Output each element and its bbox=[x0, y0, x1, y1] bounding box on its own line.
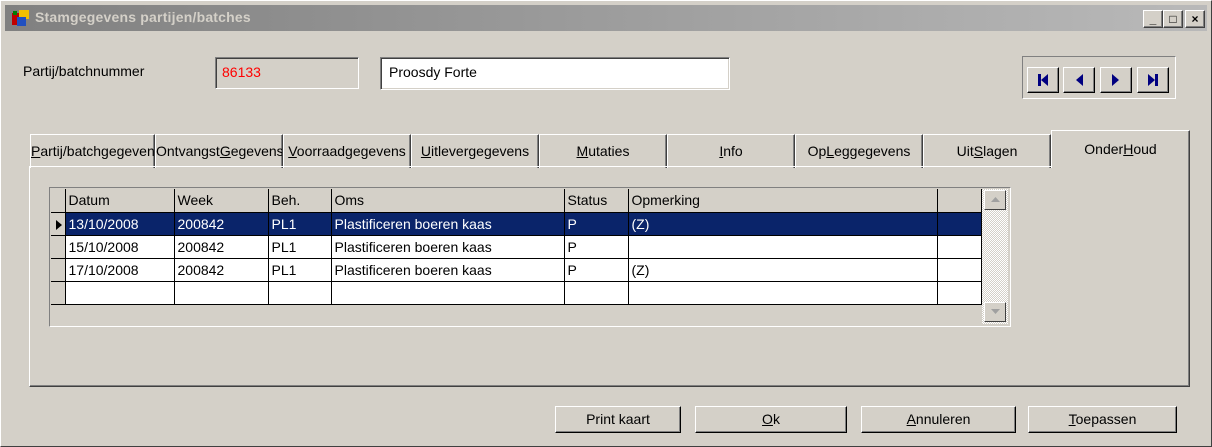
row-indicator bbox=[51, 212, 66, 236]
cell-oms[interactable]: Plastificeren boeren kaas bbox=[331, 235, 565, 259]
tab-voorraadgegevens[interactable]: Voorraadgegevens bbox=[283, 134, 411, 168]
tab-opleggegevens[interactable]: OpLeggegevens bbox=[795, 134, 923, 168]
cell-oms[interactable]: Plastificeren boeren kaas bbox=[331, 212, 565, 236]
column-header-extra[interactable] bbox=[937, 189, 982, 213]
cell-beh[interactable]: PL1 bbox=[268, 212, 332, 236]
batch-number-label: Partij/batchnummer bbox=[23, 63, 145, 79]
cell-extra[interactable] bbox=[937, 212, 982, 236]
scroll-up-button[interactable] bbox=[984, 190, 1006, 210]
column-header-opmerking[interactable]: Opmerking bbox=[628, 189, 938, 213]
table-row[interactable] bbox=[51, 281, 982, 305]
cell-extra[interactable] bbox=[937, 258, 982, 282]
cell-oms[interactable]: Plastificeren boeren kaas bbox=[331, 258, 565, 282]
maintenance-grid[interactable]: Datum Week Beh. Oms Status Opmerking 13/… bbox=[49, 187, 1011, 327]
cell-extra[interactable] bbox=[937, 281, 982, 305]
cell-opmerking[interactable]: (Z) bbox=[628, 212, 938, 236]
cell-week[interactable] bbox=[174, 281, 269, 305]
cell-datum[interactable]: 15/10/2008 bbox=[65, 235, 175, 259]
row-indicator bbox=[51, 258, 66, 282]
grid-vertical-scrollbar[interactable] bbox=[982, 189, 1008, 324]
close-icon: × bbox=[1191, 12, 1199, 26]
cell-week[interactable]: 200842 bbox=[174, 212, 269, 236]
cell-status[interactable]: P bbox=[564, 235, 629, 259]
minimize-button[interactable]: _ bbox=[1143, 10, 1163, 28]
batch-number-field[interactable]: 86133 bbox=[215, 57, 359, 89]
minimize-icon: _ bbox=[1149, 12, 1157, 26]
maximize-icon: □ bbox=[1169, 12, 1177, 26]
column-header-week[interactable]: Week bbox=[174, 189, 269, 213]
previous-record-icon bbox=[1076, 74, 1083, 86]
scroll-down-icon bbox=[991, 309, 1000, 314]
record-navigator bbox=[1022, 56, 1176, 99]
print-card-button[interactable]: Print kaart bbox=[555, 406, 681, 433]
current-row-arrow-icon bbox=[56, 219, 62, 230]
table-row[interactable]: 15/10/2008 200842 PL1 Plastificeren boer… bbox=[51, 235, 982, 259]
app-icon bbox=[12, 10, 29, 26]
column-header-beh[interactable]: Beh. bbox=[268, 189, 332, 213]
tab-partij-batchgegevens[interactable]: Partij/batchgegevens bbox=[30, 134, 155, 168]
row-indicator bbox=[51, 281, 66, 305]
window-title: Stamgegevens partijen/batches bbox=[35, 9, 251, 25]
cell-status[interactable]: P bbox=[564, 258, 629, 282]
next-record-button[interactable] bbox=[1100, 67, 1132, 93]
maximize-button[interactable]: □ bbox=[1163, 10, 1183, 28]
cell-beh[interactable]: PL1 bbox=[268, 235, 332, 259]
first-record-button[interactable] bbox=[1027, 67, 1059, 93]
column-header-oms[interactable]: Oms bbox=[331, 189, 565, 213]
cell-beh[interactable] bbox=[268, 281, 332, 305]
last-record-icon bbox=[1148, 74, 1158, 86]
main-window: Stamgegevens partijen/batches _ □ × Part… bbox=[0, 0, 1212, 447]
next-record-icon bbox=[1112, 74, 1119, 86]
tab-info[interactable]: Info bbox=[667, 134, 795, 168]
cell-status[interactable]: P bbox=[564, 212, 629, 236]
last-record-button[interactable] bbox=[1137, 67, 1169, 93]
maintenance-table: Datum Week Beh. Oms Status Opmerking 13/… bbox=[51, 189, 982, 305]
cell-opmerking[interactable] bbox=[628, 235, 938, 259]
cell-status[interactable] bbox=[564, 281, 629, 305]
cell-beh[interactable]: PL1 bbox=[268, 258, 332, 282]
column-header-status[interactable]: Status bbox=[564, 189, 629, 213]
cell-opmerking[interactable]: (Z) bbox=[628, 258, 938, 282]
table-row[interactable]: 13/10/2008 200842 PL1 Plastificeren boer… bbox=[51, 212, 982, 236]
cell-opmerking[interactable] bbox=[628, 281, 938, 305]
tab-uitslagen[interactable]: UitSlagen bbox=[923, 134, 1051, 168]
tab-mutaties[interactable]: Mutaties bbox=[539, 134, 667, 168]
column-header-datum[interactable]: Datum bbox=[65, 189, 175, 213]
ok-button[interactable]: Ok bbox=[695, 406, 847, 433]
tab-ontvangstgegevens[interactable]: OntvangstGegevens bbox=[155, 134, 283, 168]
previous-record-button[interactable] bbox=[1063, 67, 1095, 93]
first-record-icon bbox=[1038, 74, 1048, 86]
cancel-button[interactable]: Annuleren bbox=[861, 406, 1016, 433]
tab-uitlevergegevens[interactable]: Uitlevergegevens bbox=[411, 134, 539, 168]
cell-datum[interactable] bbox=[65, 281, 175, 305]
apply-button[interactable]: Toepassen bbox=[1028, 406, 1177, 433]
cell-datum[interactable]: 13/10/2008 bbox=[65, 212, 175, 236]
table-row[interactable]: 17/10/2008 200842 PL1 Plastificeren boer… bbox=[51, 258, 982, 282]
cell-week[interactable]: 200842 bbox=[174, 235, 269, 259]
close-button[interactable]: × bbox=[1185, 10, 1205, 28]
cell-oms[interactable] bbox=[331, 281, 565, 305]
grid-header-row: Datum Week Beh. Oms Status Opmerking bbox=[51, 189, 982, 213]
row-indicator-header bbox=[51, 189, 66, 213]
product-name-field[interactable]: Proosdy Forte bbox=[380, 57, 730, 90]
cell-datum[interactable]: 17/10/2008 bbox=[65, 258, 175, 282]
cell-extra[interactable] bbox=[937, 235, 982, 259]
scroll-down-button[interactable] bbox=[984, 302, 1006, 322]
row-indicator bbox=[51, 235, 66, 259]
title-bar[interactable]: Stamgegevens partijen/batches _ □ × bbox=[5, 5, 1207, 31]
scroll-up-icon bbox=[991, 197, 1000, 202]
cell-week[interactable]: 200842 bbox=[174, 258, 269, 282]
tab-onderhoud[interactable]: OnderHoud bbox=[1051, 130, 1190, 168]
